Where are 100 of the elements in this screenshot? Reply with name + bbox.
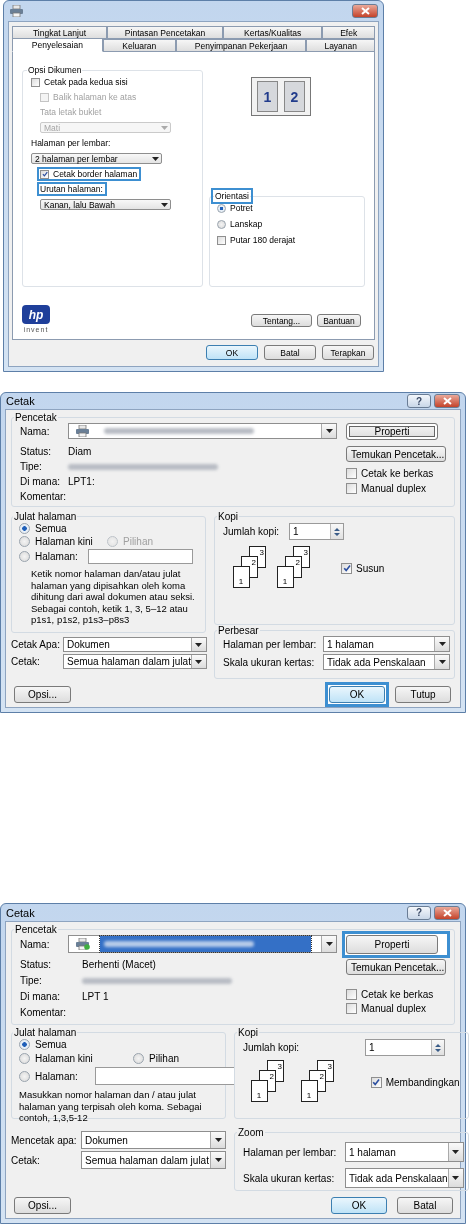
copies-spinner[interactable]: 1 bbox=[289, 523, 344, 540]
group-title: Opsi Dikumen bbox=[27, 65, 83, 75]
dropdown-field[interactable]: Semua halaman dalam julat bbox=[63, 654, 207, 669]
dialog-button[interactable]: OK bbox=[331, 1197, 387, 1214]
radio-button[interactable] bbox=[19, 1053, 30, 1064]
radio-button[interactable] bbox=[19, 536, 30, 547]
group-title: Julat halaman bbox=[13, 1027, 78, 1038]
dialog-button[interactable]: Tutup bbox=[395, 686, 451, 703]
dropdown-field[interactable]: 2 halaman per lembar bbox=[31, 153, 162, 164]
checkbox-label: Cetak border halaman bbox=[53, 169, 138, 179]
checkbox[interactable] bbox=[370, 1076, 382, 1088]
options-button[interactable]: Opsi... bbox=[14, 686, 71, 703]
checkbox-label: Membandingkan bbox=[385, 1076, 460, 1088]
dialog-button[interactable]: Bantuan bbox=[317, 314, 361, 327]
options-button[interactable]: Opsi... bbox=[14, 1197, 71, 1214]
window-title: Cetak bbox=[6, 906, 35, 919]
page-range-field[interactable] bbox=[87, 549, 193, 564]
help-text: Masukkan nomor halaman dan / atau julat halaman yang terpisah oleh koma. Sebagai contoh, 1,3,5-12 bbox=[19, 1089, 203, 1124]
field-label: Tata letak buklet bbox=[40, 107, 102, 117]
field-label: Komentar: bbox=[20, 491, 68, 502]
field-label: Mencetak apa: bbox=[11, 1134, 78, 1146]
checkbox-label: Cetak ke berkas bbox=[361, 989, 434, 1000]
dialog-button[interactable]: OK bbox=[206, 345, 258, 360]
window-title: Cetak bbox=[6, 395, 35, 407]
checkbox[interactable] bbox=[346, 483, 357, 494]
printer-dropdown[interactable] bbox=[68, 935, 337, 953]
checkbox[interactable] bbox=[40, 169, 49, 179]
checkbox-label: Manual duplex bbox=[361, 483, 427, 494]
dropdown-arrow-icon[interactable] bbox=[149, 154, 161, 163]
dialog-button[interactable]: Batal bbox=[264, 345, 316, 360]
printer-icon bbox=[75, 425, 90, 437]
tab[interactable]: Penyimpanan Pekerjaan bbox=[175, 39, 307, 52]
close-button[interactable] bbox=[352, 4, 378, 18]
help-button[interactable]: ? bbox=[407, 905, 431, 920]
radio-label: Halaman kini bbox=[35, 536, 93, 547]
radio-button[interactable] bbox=[19, 523, 30, 534]
field-label: Urutan halaman: bbox=[40, 184, 103, 194]
dialog-button[interactable]: OK bbox=[329, 686, 385, 703]
dropdown-field[interactable]: Kanan, lalu Bawah bbox=[40, 199, 171, 210]
radio-button[interactable] bbox=[217, 203, 226, 213]
field-label: Di mana: bbox=[20, 991, 61, 1002]
tab[interactable]: Keluaran bbox=[102, 39, 176, 52]
dropdown-arrow-icon[interactable] bbox=[158, 200, 170, 209]
dialog-button[interactable]: Batal bbox=[397, 1197, 453, 1214]
radio-label: Semua bbox=[35, 523, 67, 534]
field-value: Berhenti (Macet) bbox=[82, 959, 157, 970]
dropdown-field[interactable]: 1 halaman bbox=[323, 636, 450, 652]
page-sheet: 1 bbox=[233, 566, 250, 588]
page-number: 2 bbox=[290, 88, 299, 105]
dialog-button[interactable]: Temukan Pencetak... bbox=[346, 446, 446, 462]
radio-button[interactable] bbox=[217, 219, 226, 229]
checkbox-label: Cetak pada kedua sisi bbox=[44, 77, 128, 87]
dropdown-field[interactable]: Dokumen bbox=[63, 637, 207, 652]
properties-button[interactable]: Properti bbox=[346, 423, 438, 440]
close-button[interactable] bbox=[434, 905, 460, 920]
checkbox-label: Manual duplex bbox=[361, 1003, 427, 1014]
dropdown-field[interactable]: Semua halaman dalam julat bbox=[81, 1151, 226, 1169]
checkbox[interactable] bbox=[346, 989, 357, 1000]
radio-button[interactable] bbox=[19, 1070, 30, 1082]
page-sheet: 1 bbox=[301, 1080, 318, 1102]
checkbox-label: Susun bbox=[356, 562, 385, 574]
checkbox[interactable] bbox=[217, 235, 226, 245]
group-title: Julat halaman bbox=[13, 511, 78, 522]
field-label: Cetak Apa: bbox=[11, 639, 61, 650]
group-title: Pencetak bbox=[14, 412, 58, 423]
field-label: Status: bbox=[20, 959, 53, 970]
dropdown-field[interactable]: 1 halaman bbox=[345, 1142, 464, 1162]
dropdown-field[interactable]: Dokumen bbox=[81, 1131, 226, 1149]
checkbox[interactable] bbox=[341, 562, 352, 574]
radio-button[interactable] bbox=[133, 1053, 144, 1064]
spin-arrows-icon[interactable] bbox=[330, 524, 343, 539]
field-label: Skala ukuran kertas: bbox=[223, 656, 316, 668]
tab[interactable]: Layanan bbox=[306, 39, 375, 52]
checkbox[interactable] bbox=[31, 77, 40, 87]
tab[interactable]: Pintasan Pencetakan bbox=[106, 26, 224, 39]
dialog-button[interactable]: Temukan Pencetak... bbox=[346, 959, 446, 975]
field-value: LPT1: bbox=[68, 476, 96, 487]
help-button[interactable]: ? bbox=[407, 394, 431, 408]
radio-button[interactable] bbox=[19, 1039, 30, 1050]
page-range-field[interactable] bbox=[94, 1067, 235, 1085]
spin-arrows-icon[interactable] bbox=[431, 1040, 444, 1055]
field-label: Jumlah kopi: bbox=[223, 526, 281, 537]
checkbox[interactable] bbox=[346, 1003, 357, 1014]
properties-button[interactable]: Properti bbox=[346, 935, 438, 954]
radio-label: Halaman: bbox=[35, 551, 78, 562]
tab[interactable]: Penyelesaian bbox=[12, 38, 103, 52]
close-button[interactable] bbox=[434, 394, 460, 408]
group-title: Pencetak bbox=[14, 924, 58, 935]
radio-button[interactable] bbox=[19, 551, 30, 562]
radio-label: Lanskap bbox=[230, 219, 263, 229]
dialog-button[interactable]: Tentang... bbox=[251, 314, 312, 327]
copies-spinner[interactable]: 1 bbox=[365, 1039, 445, 1056]
dialog-button[interactable]: Terapkan bbox=[322, 345, 374, 360]
checkbox[interactable] bbox=[346, 468, 357, 479]
close-icon bbox=[442, 908, 452, 917]
tab[interactable]: Efek bbox=[322, 26, 375, 39]
tab[interactable]: Kertas/Kualitas bbox=[223, 26, 323, 39]
dropdown-field[interactable]: Tidak ada Penskalaan bbox=[323, 654, 450, 670]
dropdown-field[interactable]: Tidak ada Penskalaan bbox=[345, 1168, 464, 1188]
field-label: Nama: bbox=[20, 425, 51, 437]
